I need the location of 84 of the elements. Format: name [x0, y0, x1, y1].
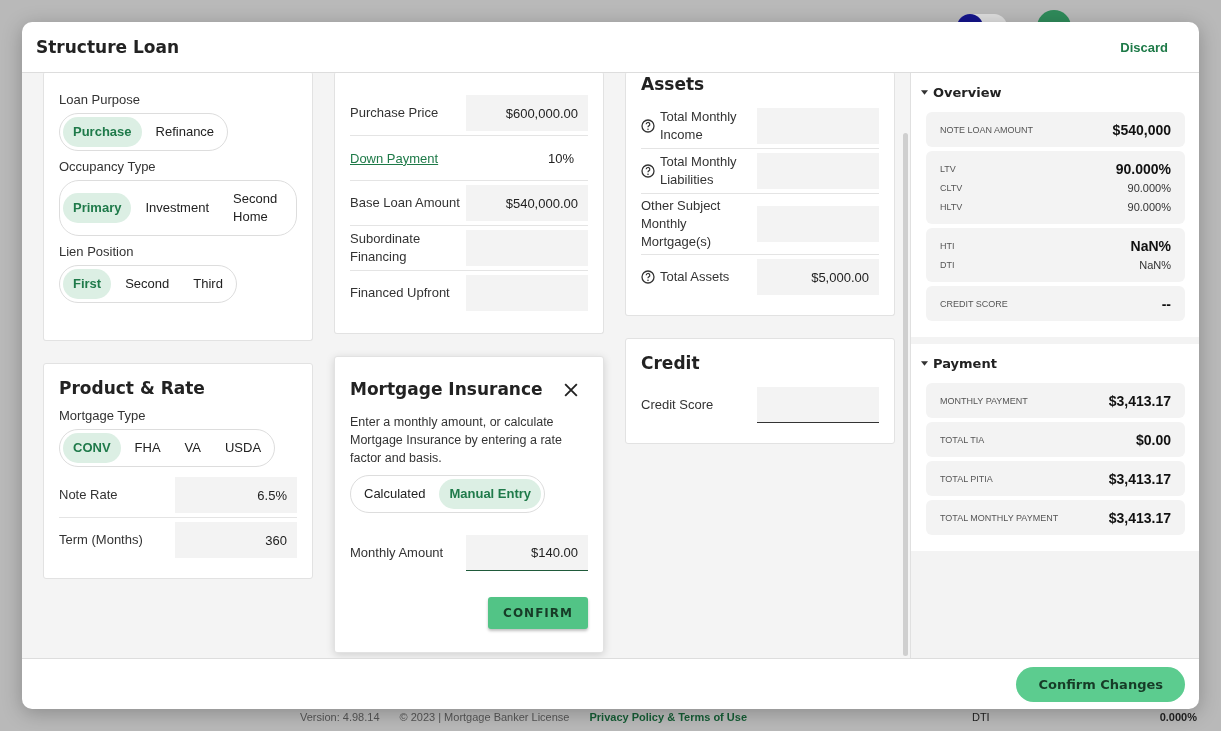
- stat-value: $3,413.17: [1108, 392, 1171, 409]
- copyright-text: © 2023 | Mortgage Banker License: [399, 711, 570, 723]
- scrollbar-thumb[interactable]: [903, 133, 908, 656]
- stat-label: CLTV: [940, 182, 963, 193]
- stat-label: DTI: [940, 259, 955, 270]
- card-title: Assets: [641, 74, 706, 94]
- option-button[interactable]: FHA: [124, 433, 171, 463]
- description-text: Enter a monthly amount, or calculate Mortgage Insurance by entering a rate factor and basis.: [350, 414, 563, 467]
- field-label: Purchase Price: [350, 104, 439, 122]
- version-text: Version: 4.98.14: [300, 711, 380, 723]
- summary-value: 0.000%: [1159, 711, 1197, 723]
- field-label: Term (Months): [59, 531, 143, 549]
- option-button[interactable]: Calculated: [354, 479, 436, 509]
- dialog-title: Structure Loan: [36, 37, 180, 57]
- stat-label: TOTAL PITIA: [940, 473, 993, 484]
- down-payment-link[interactable]: Down Payment: [350, 150, 439, 166]
- section-toggle[interactable]: Overview: [921, 85, 1002, 100]
- field-label: Base Loan Amount: [350, 194, 460, 212]
- stat-value: --: [1161, 295, 1171, 312]
- stat-value: $540,000: [1112, 121, 1171, 138]
- help-icon[interactable]: [641, 270, 655, 284]
- help-icon[interactable]: [641, 119, 655, 133]
- input-field[interactable]: $140.00: [466, 535, 588, 571]
- option-button[interactable]: Investment: [135, 193, 219, 223]
- card-title: Credit: [641, 353, 701, 373]
- stat-value: 90.000%: [1127, 200, 1171, 213]
- help-icon[interactable]: [641, 164, 655, 178]
- caret-icon: [921, 361, 928, 366]
- stat-value: NaN%: [1139, 258, 1171, 271]
- stat-label: HTI: [940, 240, 955, 251]
- option-button[interactable]: Second: [115, 269, 180, 299]
- section-toggle[interactable]: Payment: [921, 356, 997, 371]
- input-field[interactable]: $540,000.00: [466, 185, 588, 221]
- stat-value: $3,413.17: [1108, 470, 1171, 487]
- field-label: Total Monthly Liabilities: [660, 153, 738, 189]
- group-label: Loan Purpose: [59, 92, 141, 107]
- input-field[interactable]: 6.5%: [175, 477, 297, 513]
- stat-value: $3,413.17: [1108, 509, 1171, 526]
- option-button[interactable]: Manual Entry: [439, 479, 542, 509]
- field-label: Credit Score: [641, 396, 714, 414]
- option-button[interactable]: Refinance: [145, 117, 225, 147]
- stat-label: NOTE LOAN AMOUNT: [940, 124, 1033, 135]
- stat-value: $0.00: [1135, 431, 1171, 448]
- card-title: Mortgage Insurance: [350, 379, 543, 399]
- option-button[interactable]: USDA: [214, 433, 272, 463]
- confirm-changes-button[interactable]: Confirm Changes: [1016, 666, 1185, 702]
- stat-label: TOTAL MONTHLY PAYMENT: [940, 512, 1059, 523]
- card-title: Product & Rate: [59, 378, 206, 398]
- field-label: Note Rate: [59, 486, 118, 504]
- discard-button[interactable]: Discard: [1114, 38, 1174, 56]
- field-value: 10%: [546, 150, 575, 166]
- input-field[interactable]: $600,000.00: [466, 95, 588, 131]
- policy-link[interactable]: Privacy Policy & Terms of Use: [589, 711, 747, 723]
- stat-label: TOTAL TIA: [940, 434, 985, 445]
- stat-value: NaN%: [1130, 237, 1171, 254]
- group-label: Mortgage Type: [59, 408, 147, 423]
- stat-label: LTV: [940, 163, 956, 174]
- option-button[interactable]: First: [63, 269, 112, 299]
- field-label: Total Monthly Income: [660, 108, 738, 144]
- group-label: Lien Position: [59, 244, 135, 259]
- option-button[interactable]: Second Home: [223, 184, 293, 232]
- option-button[interactable]: Third: [183, 269, 233, 299]
- input-field[interactable]: $5,000.00: [757, 259, 879, 295]
- group-label: Occupancy Type: [59, 159, 157, 174]
- stat-value: 90.000%: [1127, 181, 1171, 194]
- field-label: Monthly Amount: [350, 544, 444, 562]
- confirm-button[interactable]: CONFIRM: [488, 597, 588, 629]
- input-field[interactable]: [757, 387, 879, 423]
- field-label: Other Subject Monthly Mortgage(s): [641, 197, 722, 251]
- field-label: Total Assets: [660, 268, 730, 286]
- option-button[interactable]: Purchase: [63, 117, 142, 147]
- stat-label: MONTHLY PAYMENT: [940, 395, 1028, 406]
- input-field[interactable]: 360: [175, 522, 297, 558]
- stat-value: 90.000%: [1115, 160, 1171, 177]
- option-button[interactable]: VA: [174, 433, 211, 463]
- caret-icon: [921, 90, 928, 95]
- option-button[interactable]: CONV: [63, 433, 121, 463]
- stat-label: CREDIT SCORE: [940, 298, 1008, 309]
- close-icon[interactable]: [564, 383, 578, 397]
- field-label: Financed Upfront: [350, 284, 450, 302]
- stat-label: HLTV: [940, 201, 963, 212]
- option-button[interactable]: Primary: [63, 193, 132, 223]
- field-label: Subordinate Financing: [350, 230, 422, 266]
- summary-label: DTI: [971, 711, 990, 723]
